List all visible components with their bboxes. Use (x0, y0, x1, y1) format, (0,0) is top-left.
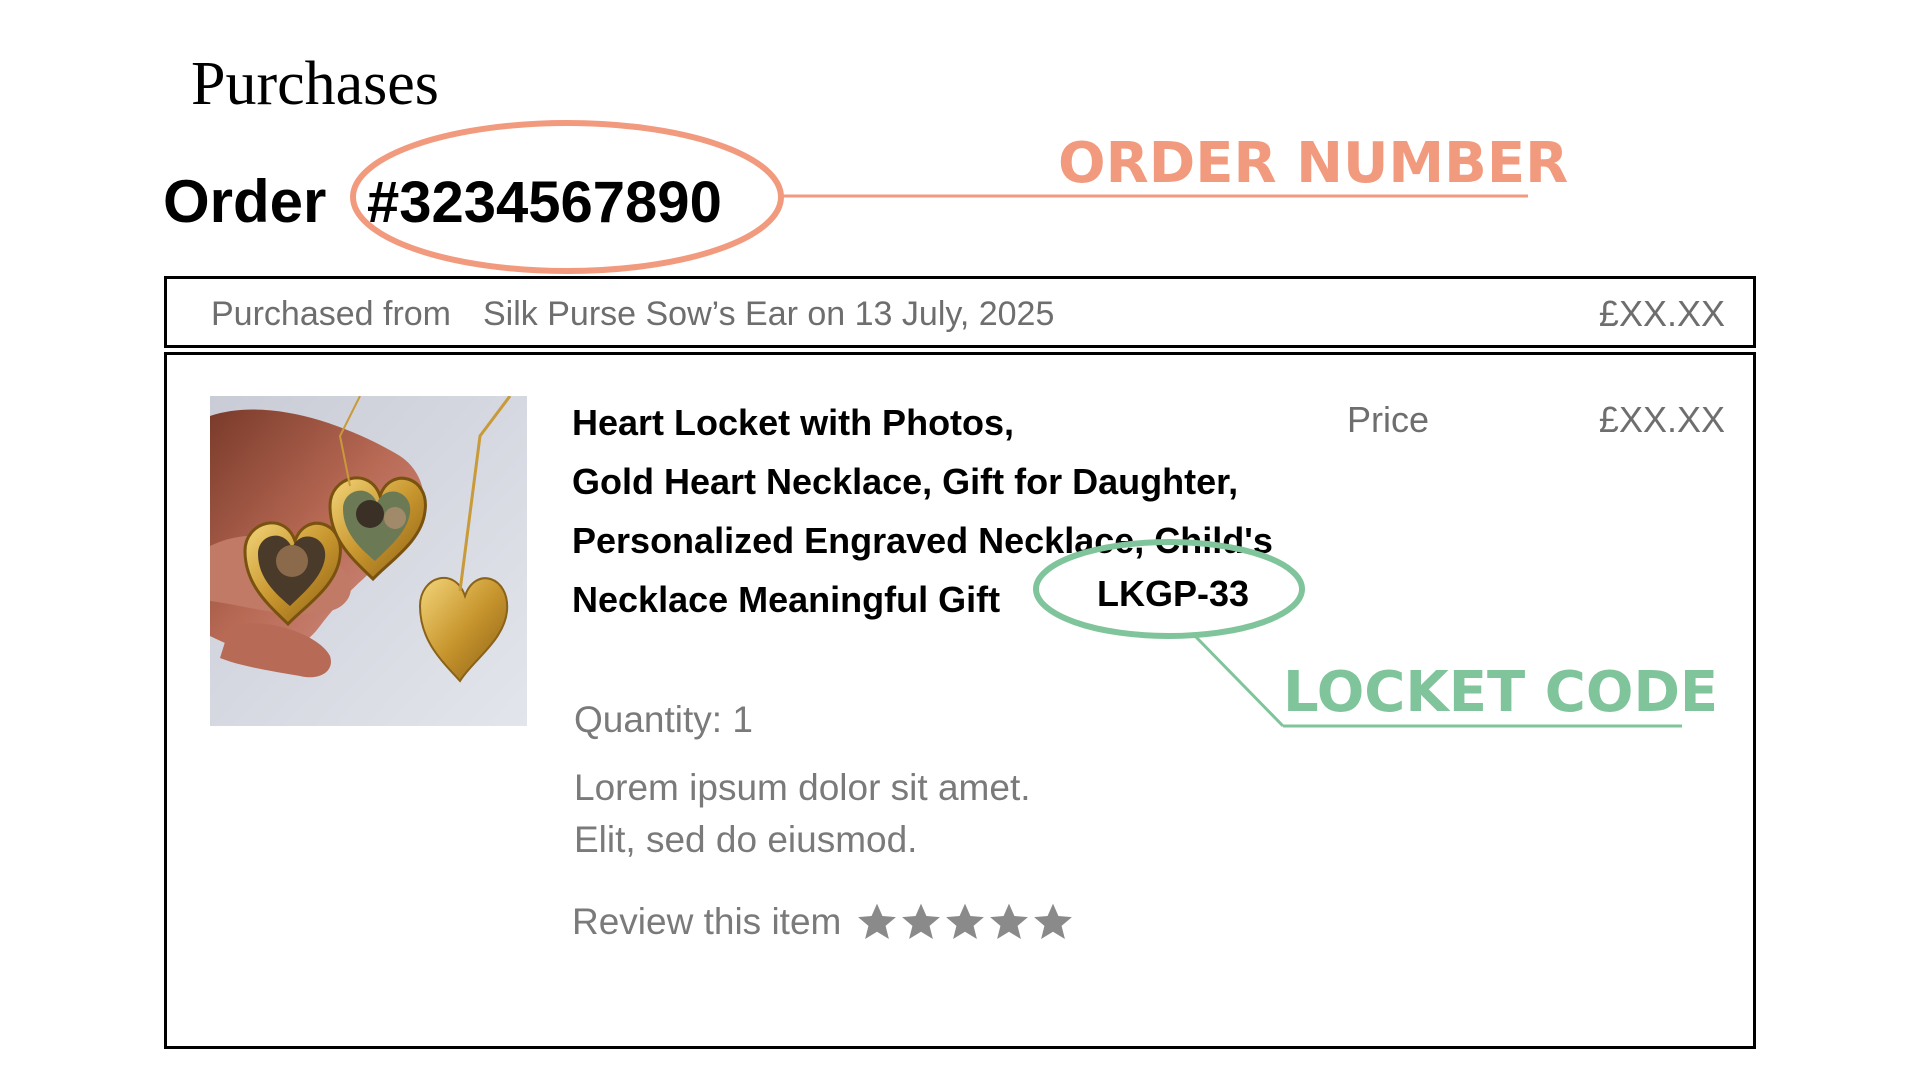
description-line: Elit, sed do eiusmod. (574, 819, 918, 860)
locket-code: LKGP-33 (1097, 573, 1250, 614)
description-line: Lorem ipsum dolor sit amet. (574, 767, 1031, 808)
product-title-line: Gold Heart Necklace, Gift for Daughter, (572, 461, 1239, 502)
order-total: £XX.XX (1598, 293, 1725, 334)
star-shape (946, 903, 985, 939)
star-icon[interactable] (899, 901, 943, 943)
heart-locket-photo-icon (210, 396, 527, 726)
product-image[interactable] (210, 396, 527, 726)
star-shape (858, 903, 897, 939)
locket-code-annotation: LOCKET CODE (1283, 660, 1719, 725)
star-shape (1034, 903, 1073, 939)
star-icon[interactable] (943, 901, 987, 943)
purchased-from-label: Purchased from (211, 295, 451, 333)
quantity: Quantity: 1 (574, 699, 753, 740)
order-label: Order (163, 168, 327, 235)
item-description: Lorem ipsum dolor sit amet. Elit, sed do… (574, 762, 1031, 866)
star-shape (902, 903, 941, 939)
star-shape (990, 903, 1029, 939)
product-title-line: Personalized Engraved Necklace, Child's (572, 520, 1273, 561)
page-heading: Purchases (191, 50, 439, 118)
order-summary-bar: Purchased from Silk Purse Sow’s Ear on 1… (164, 276, 1756, 348)
order-number: #3234567890 (367, 170, 722, 235)
price-label: Price (1347, 399, 1430, 440)
seller-and-date[interactable]: Silk Purse Sow’s Ear on 13 July, 2025 (483, 292, 1054, 336)
review-row: Review this item (572, 892, 1075, 952)
product-title-line: Heart Locket with Photos, (572, 402, 1015, 443)
order-heading: Order #3234567890 (163, 162, 722, 242)
star-rating[interactable] (855, 901, 1075, 943)
star-icon[interactable] (855, 901, 899, 943)
review-link[interactable]: Review this item (572, 895, 841, 949)
price-value: £XX.XX (1598, 399, 1725, 440)
order-number-annotation: ORDER NUMBER (1058, 131, 1569, 196)
star-icon[interactable] (987, 901, 1031, 943)
star-icon[interactable] (1031, 901, 1075, 943)
